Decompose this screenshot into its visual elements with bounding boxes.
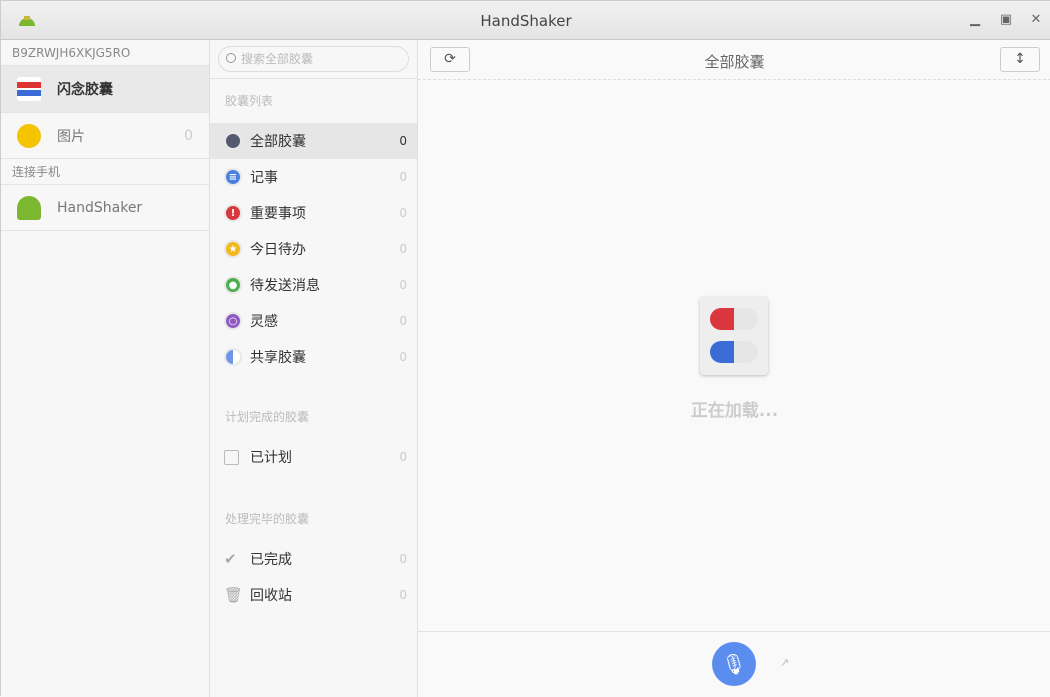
count: 0 [399,450,407,464]
count: 0 [399,350,407,364]
expand-button[interactable]: ↕ [1000,47,1040,72]
count: 0 [399,134,407,148]
connect-phone-header: 连接手机 [1,159,209,185]
item-label: 已完成 [250,552,292,568]
count: 0 [399,206,407,220]
capsule-loading-icon [700,297,768,375]
loading-text: 正在加载... [690,401,779,421]
minimize-button[interactable]: ▁ [967,12,983,28]
section-header: 计划完成的胶囊 [225,410,310,424]
list-item-shared[interactable]: 共享胶囊 0 [210,339,417,375]
section-header: 胶囊列表 [225,94,274,108]
item-label: 共享胶囊 [250,350,306,366]
star-icon: ★ [224,240,242,258]
sidebar-item-pictures[interactable]: 图片 0 [1,113,209,159]
sidebar: B9ZRWJH6XKJG5RO 闪念胶囊 图片 0 连接手机 HandShake… [1,40,210,697]
sidebar-item-label: 闪念胶囊 [57,82,113,98]
android-icon [17,195,41,220]
exclamation-icon: ! [224,204,242,222]
microphone-button[interactable]: 🎙 [712,642,756,686]
shared-icon [224,348,242,366]
search-placeholder: 搜索全部胶囊 [241,52,314,66]
popout-icon[interactable]: ↗ [780,656,789,669]
main-panel: ⟳ 全部胶囊 ↕ 正在加载... 🎙 ↗ [418,40,1050,697]
item-label: 记事 [250,170,278,186]
list-item-done[interactable]: ✔ 已完成 0 [210,541,417,577]
lightbulb-icon: ○ [224,312,242,330]
maximize-button[interactable]: ▣ [998,12,1014,28]
all-capsules-icon [224,132,242,150]
list-item-today[interactable]: ★ 今日待办 0 [210,231,417,267]
picture-icon [17,123,41,148]
count: 0 [399,170,407,184]
list-item-planned[interactable]: 已计划 0 [210,439,417,475]
microphone-icon: 🎙 [721,652,747,676]
item-label: 待发送消息 [250,278,320,294]
window-title: HandShaker [480,12,572,30]
note-icon: ≡ [224,168,242,186]
count: 0 [399,242,407,256]
list-item-messages[interactable]: ● 待发送消息 0 [210,267,417,303]
sidebar-item-phone[interactable]: HandShaker [1,185,209,231]
count: 0 [399,588,407,602]
section-header: 处理完毕的胶囊 [225,512,310,526]
item-label: 已计划 [250,450,292,466]
capsule-icon [17,77,41,101]
list-item-all[interactable]: 全部胶囊 0 [210,123,417,159]
trash-icon: 🗑 [224,586,244,604]
capsule-list: 搜索全部胶囊 胶囊列表 全部胶囊 0 ≡ 记事 0 ! 重要事项 0 ★ 今日待办 0 ● 待发… [210,40,418,697]
search-icon [226,53,236,63]
sidebar-item-label: 图片 [57,128,85,145]
title-bar: HandShaker ▁ ▣ ✕ [1,1,1050,40]
list-item-inspiration[interactable]: ○ 灵感 0 [210,303,417,339]
sidebar-item-label: HandShaker [57,199,143,216]
panel-title: 全部胶囊 [704,53,765,71]
list-item-important[interactable]: ! 重要事项 0 [210,195,417,231]
close-button[interactable]: ✕ [1028,12,1044,28]
count: 0 [399,278,407,292]
count: 0 [399,314,407,328]
check-icon: ✔ [224,550,237,568]
count: 0 [399,552,407,566]
sidebar-item-capsules[interactable]: 闪念胶囊 [1,66,209,113]
count: 0 [184,127,193,144]
item-label: 灵感 [250,314,278,330]
list-item-trash[interactable]: 🗑 回收站 0 [210,577,417,613]
item-label: 全部胶囊 [250,134,306,150]
device-id: B9ZRWJH6XKJG5RO [1,40,209,66]
expand-icon: ↕ [1014,51,1026,67]
calendar-icon [224,449,239,465]
item-label: 回收站 [250,588,292,604]
item-label: 重要事项 [250,206,306,222]
item-label: 今日待办 [250,242,306,258]
search-input[interactable]: 搜索全部胶囊 [218,46,409,72]
list-item-notes[interactable]: ≡ 记事 0 [210,159,417,195]
message-icon: ● [224,276,242,294]
